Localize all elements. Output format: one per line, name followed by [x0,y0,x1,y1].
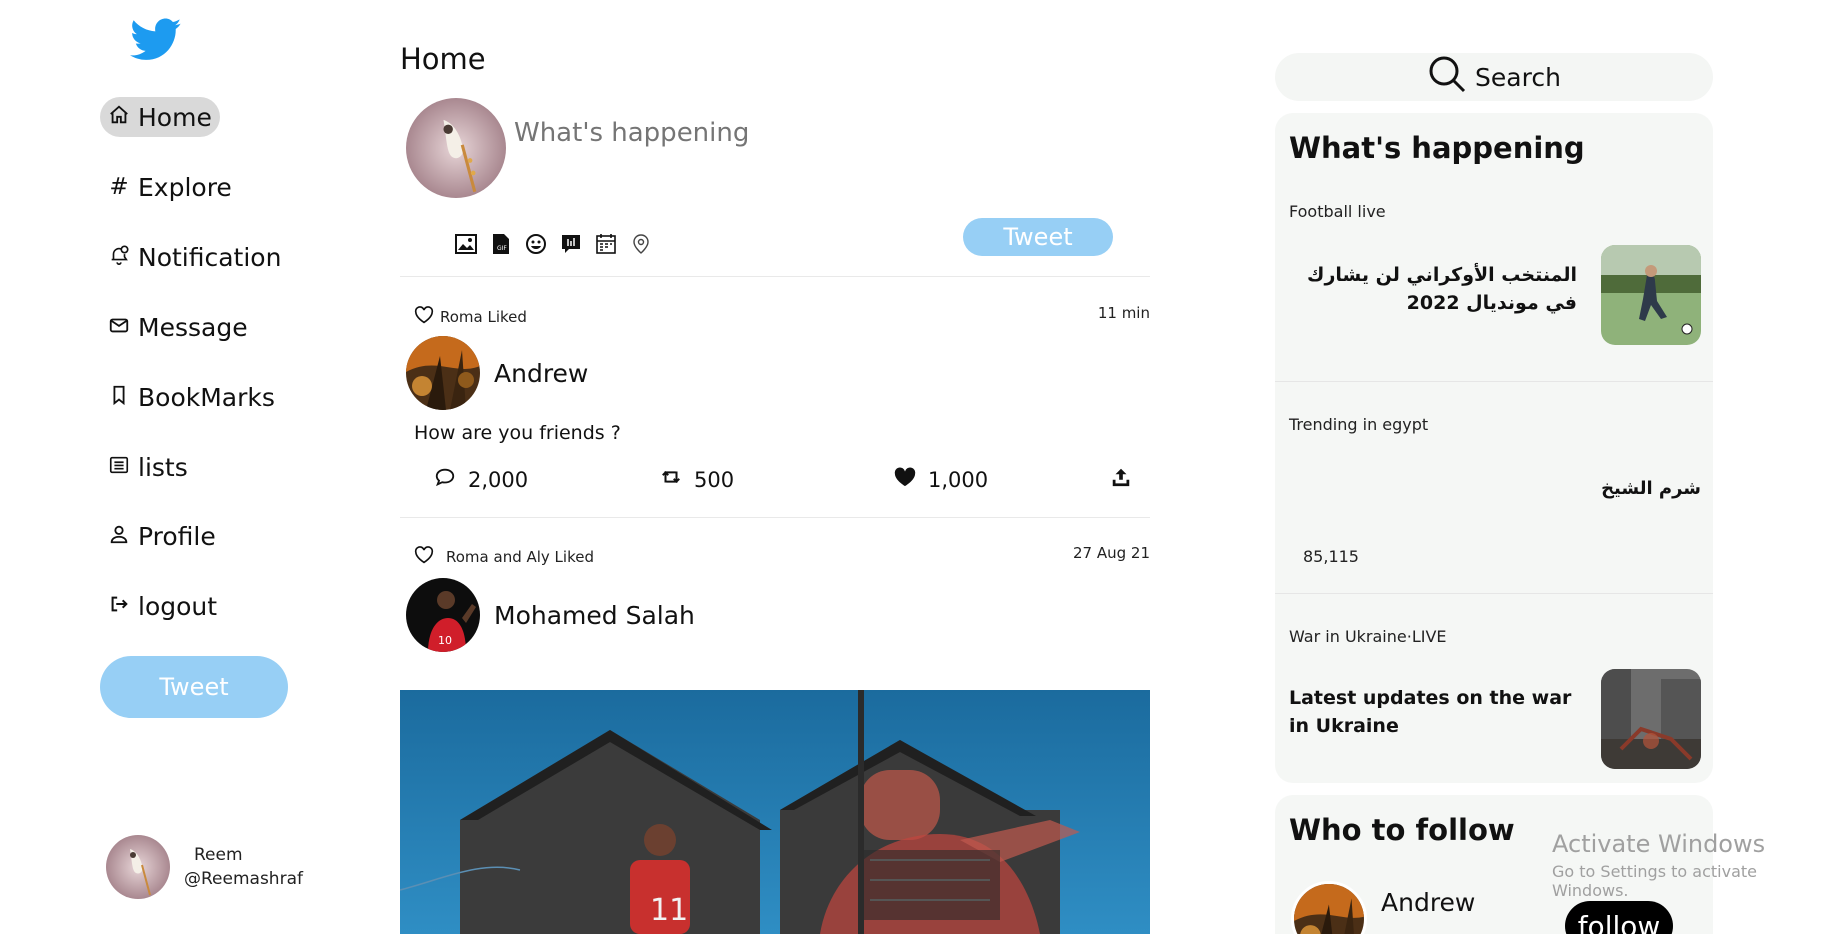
list-icon [108,453,130,482]
divider [1275,593,1713,594]
account-switcher[interactable]: Reem @Reemashraf [106,835,303,899]
post-social-context: Roma Liked [414,306,527,328]
sidebar-item-label: Notification [138,242,282,272]
heart-outline-icon [414,306,434,328]
emoji-icon[interactable] [524,232,548,256]
panel-title: What's happening [1289,131,1585,165]
post-actions: 2,000 500 1,000 [434,466,1134,496]
trend-image[interactable] [1601,669,1701,769]
post-image[interactable]: 11 [400,690,1150,934]
bell-icon [108,243,130,272]
trend-title[interactable]: شرم الشيخ [1601,475,1701,503]
sidebar-item-label: Message [138,312,248,342]
avatar [1291,881,1367,934]
like-button[interactable]: 1,000 [894,466,988,493]
poll-icon[interactable] [559,232,583,256]
user-handle: @Reemashraf [184,869,303,889]
hash-icon: # [109,174,129,200]
trend-image[interactable] [1601,245,1701,345]
post-social-context: Roma and Aly Liked [414,546,594,568]
heart-icon [894,466,916,493]
sidebar-item-label: logout [138,591,218,621]
trend-category: Trending in egypt [1289,415,1429,434]
svg-text:GIF: GIF [497,245,507,252]
sidebar-item-label: lists [138,452,188,482]
windows-activation-watermark: Activate Windows Go to Settings to activ… [1552,830,1766,900]
search-label: Search [1475,62,1561,92]
share-button[interactable] [1110,466,1132,493]
whats-happening-panel: What's happening Football live المنتخب ا… [1275,113,1713,783]
gif-icon[interactable]: GIF [489,232,513,256]
panel-title: Who to follow [1289,813,1515,847]
page-title: Home [400,42,486,76]
envelope-icon [108,313,130,342]
search-input[interactable]: Search [1275,53,1713,101]
retweet-button[interactable]: 500 [660,466,734,493]
avatar: 10 [406,578,480,652]
divider [400,276,1150,277]
location-icon[interactable] [629,232,653,256]
post-text: How are you friends ? [414,422,621,444]
sidebar-item-bookmarks[interactable]: BookMarks [100,377,283,417]
suggested-user-name: Andrew [1381,887,1476,917]
trend-title[interactable]: المنتخب الأوكراني لن يشارك في مونديال 20… [1287,261,1577,317]
compose-input[interactable] [514,118,1014,148]
sidebar-item-label: Profile [138,521,216,551]
trend-category: War in Ukraine·LIVE [1289,627,1447,646]
twitter-logo-icon[interactable] [130,18,182,62]
post-time: 11 min [1097,304,1150,322]
logout-icon [108,592,130,621]
avatar [406,336,480,410]
sidebar-item-lists[interactable]: lists [100,447,196,487]
person-icon [108,522,130,551]
home-icon [108,103,130,132]
post-time: 27 Aug 21 [1073,544,1150,562]
post-author[interactable]: Andrew [406,336,588,410]
trend-title[interactable]: Latest updates on the war in Ukraine [1289,684,1579,740]
sidebar-tweet-button[interactable]: Tweet [100,656,288,718]
suggested-user[interactable]: Andrew [1291,881,1475,934]
search-icon [1427,54,1467,100]
compose-tweet-button[interactable]: Tweet [963,218,1113,256]
reply-button[interactable]: 2,000 [434,466,528,493]
user-name: Reem [194,845,243,865]
sidebar-item-label: Home [138,102,212,132]
sidebar-item-notification[interactable]: Notification [100,237,289,277]
follow-button[interactable]: follow [1565,901,1673,934]
divider [400,517,1150,518]
share-icon [1110,466,1132,493]
svg-text:11: 11 [650,893,688,928]
sidebar-item-label: Explore [138,172,232,202]
avatar [406,98,506,198]
comment-icon [434,466,456,493]
schedule-icon[interactable] [594,232,618,256]
heart-outline-icon [414,546,434,568]
sidebar-item-message[interactable]: Message [100,307,256,347]
avatar [106,835,170,899]
sidebar-item-logout[interactable]: logout [100,586,225,626]
bookmark-icon [108,383,130,412]
retweet-icon [660,466,682,493]
post-author[interactable]: 10 Mohamed Salah [406,578,695,652]
sidebar-item-explore[interactable]: # Explore [100,167,240,207]
svg-text:10: 10 [438,634,452,647]
trend-count: 85,115 [1303,547,1359,566]
compose-toolbar: GIF [454,232,653,256]
image-icon[interactable] [454,232,478,256]
divider [1275,381,1713,382]
trend-category: Football live [1289,202,1386,221]
sidebar-item-home[interactable]: Home [100,97,220,137]
sidebar-item-label: BookMarks [138,382,275,412]
sidebar-item-profile[interactable]: Profile [100,516,224,556]
